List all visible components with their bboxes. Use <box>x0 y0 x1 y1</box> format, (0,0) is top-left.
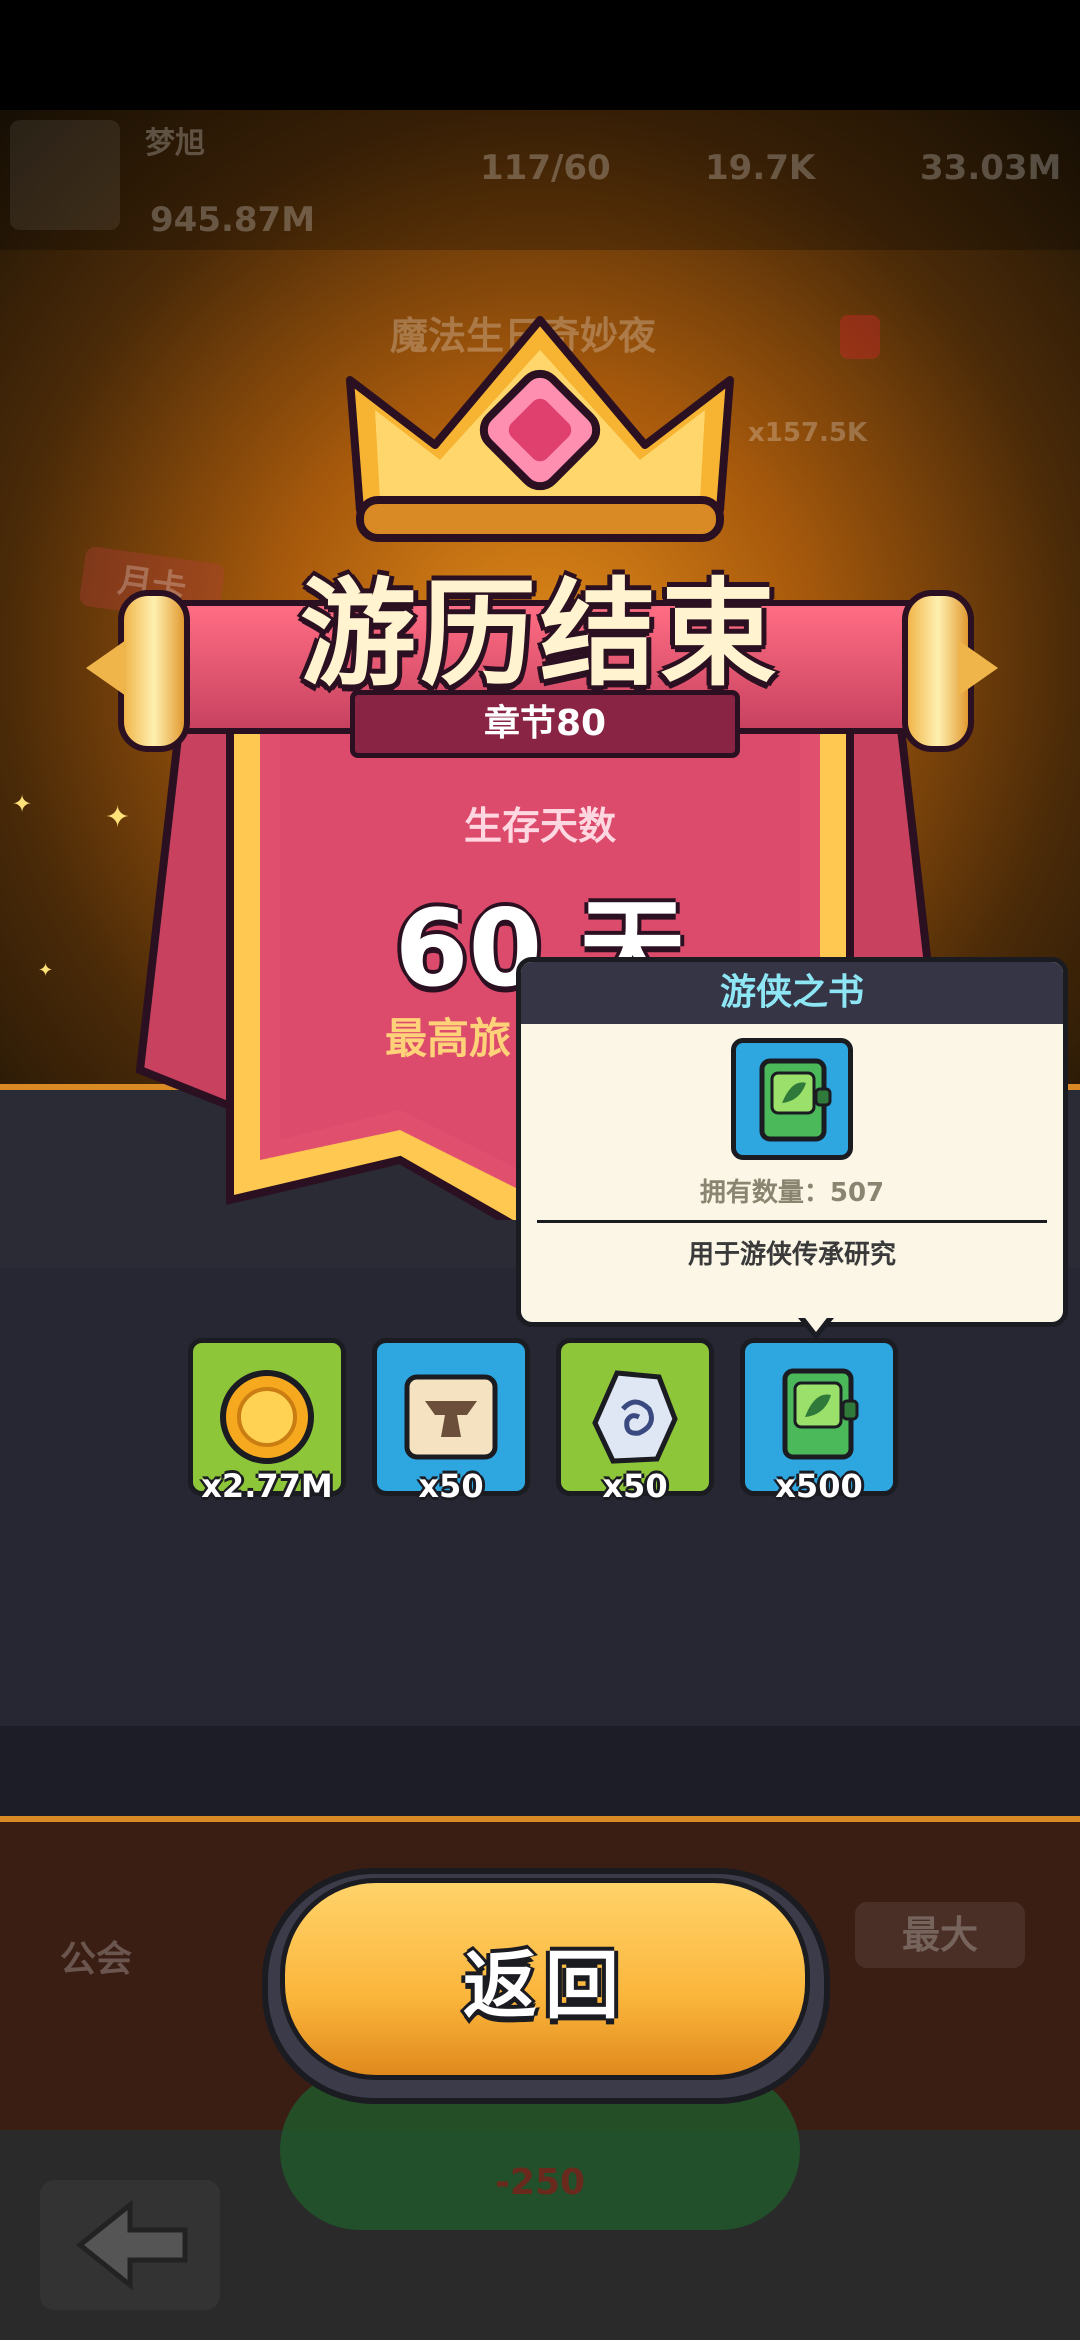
stamina-value: 117/60 <box>480 148 611 188</box>
item-description: 用于游侠传承研究 <box>687 1240 896 1270</box>
event-bonus: x157.5K <box>748 418 868 448</box>
power-value: 945.87M <box>150 200 316 240</box>
chapter-label: 章节80 <box>350 690 740 758</box>
reward-qty: x500 <box>775 1467 863 1505</box>
player-name: 梦旭 <box>145 126 205 161</box>
item-tooltip: 游侠之书 拥有数量：507 用于游侠传承研究 <box>516 957 1068 1327</box>
back-arrow-icon <box>75 2199 188 2291</box>
sparkle-icon: ✦ <box>105 800 131 835</box>
return-button[interactable]: 返回 <box>280 1878 810 2080</box>
panel-bottom-border <box>0 1816 1080 1822</box>
owned-count: 拥有数量：507 <box>699 1178 885 1208</box>
avatar <box>10 120 120 230</box>
reward-rune-stone[interactable]: x50 <box>556 1338 714 1505</box>
sparkle-icon: ✦ <box>38 960 54 981</box>
result-title: 游历结束 <box>300 567 780 702</box>
back-button <box>40 2180 220 2310</box>
reward-coin[interactable]: x2.77M <box>188 1338 346 1505</box>
survive-days-label: 生存天数 <box>463 804 616 848</box>
reward-ranger-book[interactable]: x500 <box>740 1338 898 1505</box>
alert-badge <box>840 315 880 359</box>
max-label: 最大 <box>901 1913 978 1957</box>
guild-label: 公会 <box>60 1939 133 1980</box>
energy-cost: -250 <box>494 2162 586 2203</box>
reward-qty: x50 <box>602 1467 668 1505</box>
tooltip-pointer-fill <box>802 1314 830 1332</box>
sparkle-icon: ✦ <box>12 790 33 818</box>
ranger-book-icon <box>731 1038 853 1160</box>
tooltip-divider <box>537 1220 1047 1223</box>
tooltip-title: 游侠之书 <box>521 962 1063 1024</box>
best-record-label: 最高旅 <box>385 1014 512 1063</box>
reward-qty: x50 <box>418 1467 484 1505</box>
coins-value: 33.03M <box>920 148 1062 188</box>
max-button-bg: 最大 <box>855 1902 1025 1968</box>
panel-footer <box>0 1726 1080 1822</box>
reward-qty: x2.77M <box>201 1467 333 1505</box>
top-status-bar: 梦旭 945.87M 117/60 19.7K 33.03M <box>0 110 1080 250</box>
gems-value: 19.7K <box>705 148 816 188</box>
reward-anvil-scroll[interactable]: x50 <box>372 1338 530 1505</box>
crown-icon <box>346 316 734 542</box>
